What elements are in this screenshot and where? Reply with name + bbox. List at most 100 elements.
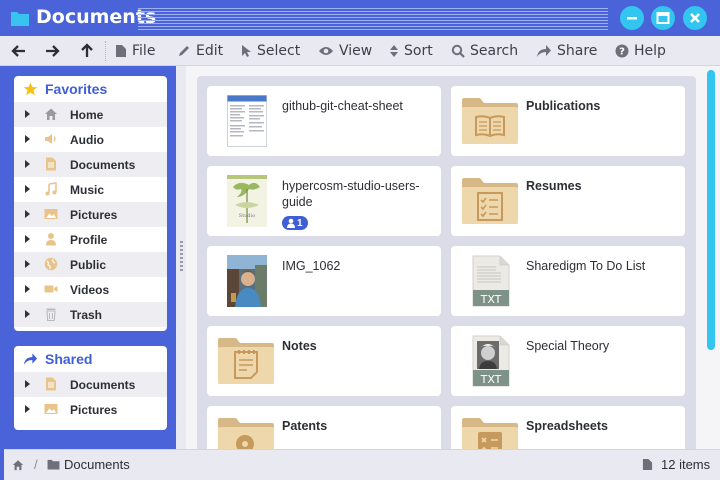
favorites-panel: Favorites Home Audio Documents Music Pic… bbox=[14, 76, 167, 331]
expand-caret-icon[interactable] bbox=[25, 160, 30, 168]
expand-caret-icon[interactable] bbox=[25, 310, 30, 318]
close-icon bbox=[690, 13, 700, 23]
search-menu[interactable]: Search bbox=[451, 36, 518, 66]
file-grid: github-git-cheat-sheet Publications Stud… bbox=[197, 76, 696, 449]
file-item[interactable]: IMG_1062 bbox=[207, 246, 441, 316]
view-menu[interactable]: View bbox=[318, 36, 372, 66]
splitter-grip[interactable] bbox=[180, 241, 183, 271]
home-icon[interactable] bbox=[12, 459, 24, 471]
sidebar-item-profile[interactable]: Profile bbox=[14, 227, 167, 252]
up-button[interactable] bbox=[79, 36, 100, 66]
file-item[interactable]: TXT Sharedigm To Do List bbox=[451, 246, 685, 316]
expand-caret-icon[interactable] bbox=[25, 235, 30, 243]
arrow-right-icon bbox=[46, 45, 60, 57]
sidebar-item-label: Videos bbox=[70, 283, 110, 297]
folder-name: Publications bbox=[526, 99, 601, 113]
folder-item[interactable]: Spreadsheets bbox=[451, 406, 685, 449]
file-name: IMG_1062 bbox=[282, 259, 341, 273]
sidebar-splitter[interactable] bbox=[176, 66, 186, 449]
status-bar: / Documents 12 items bbox=[4, 449, 720, 480]
sidebar-item-label: Music bbox=[70, 183, 105, 197]
sort-icon bbox=[390, 45, 398, 57]
close-button[interactable] bbox=[683, 6, 707, 30]
document-icon bbox=[642, 459, 653, 470]
folder-icon bbox=[47, 459, 60, 470]
sidebar-item-label: Trash bbox=[70, 308, 103, 322]
file-item[interactable]: Studio hypercosm-studio-users-guide 1 bbox=[207, 166, 441, 236]
title-bar[interactable]: Documents bbox=[0, 0, 720, 36]
file-browser-content: github-git-cheat-sheet Publications Stud… bbox=[186, 66, 720, 449]
star-icon bbox=[23, 82, 38, 96]
badge-count: 1 bbox=[297, 217, 303, 229]
sidebar-item-shared-documents[interactable]: Documents bbox=[14, 372, 167, 397]
arrow-left-icon bbox=[11, 45, 25, 57]
forward-button[interactable] bbox=[44, 36, 65, 66]
sidebar-item-shared-pictures[interactable]: Pictures bbox=[14, 397, 167, 422]
shared-header[interactable]: Shared bbox=[14, 346, 167, 372]
calculator-icon bbox=[462, 418, 518, 449]
sidebar-item-audio[interactable]: Audio bbox=[14, 127, 167, 152]
folder-name: Notes bbox=[282, 339, 317, 353]
scrollbar-thumb[interactable] bbox=[707, 70, 715, 350]
minimize-button[interactable] bbox=[620, 6, 644, 30]
select-menu[interactable]: Select bbox=[240, 36, 300, 66]
shared-users-badge[interactable]: 1 bbox=[282, 216, 308, 230]
cursor-icon bbox=[242, 45, 251, 57]
maximize-button[interactable] bbox=[651, 6, 675, 30]
folder-name: Patents bbox=[282, 419, 328, 433]
lightbulb-icon bbox=[218, 418, 274, 449]
expand-caret-icon[interactable] bbox=[25, 210, 30, 218]
sidebar-item-trash[interactable]: Trash bbox=[14, 302, 167, 327]
sort-menu[interactable]: Sort bbox=[389, 36, 433, 66]
folder-item[interactable]: Resumes bbox=[451, 166, 685, 236]
sidebar-item-documents[interactable]: Documents bbox=[14, 152, 167, 177]
title-drag-grip[interactable] bbox=[138, 8, 608, 30]
back-button[interactable] bbox=[11, 36, 32, 66]
sidebar-item-pictures[interactable]: Pictures bbox=[14, 202, 167, 227]
expand-caret-icon[interactable] bbox=[25, 380, 30, 388]
expand-caret-icon[interactable] bbox=[25, 405, 30, 413]
favorites-header[interactable]: Favorites bbox=[14, 76, 167, 102]
sidebar-item-music[interactable]: Music bbox=[14, 177, 167, 202]
sidebar-item-label: Pictures bbox=[70, 208, 118, 222]
file-item[interactable]: TXT Special Theory bbox=[451, 326, 685, 396]
sidebar-item-videos[interactable]: Videos bbox=[14, 277, 167, 302]
help-menu[interactable]: ? Help bbox=[615, 36, 666, 66]
folder-name: Resumes bbox=[526, 179, 582, 193]
sidebar-item-label: Profile bbox=[70, 233, 108, 247]
expand-caret-icon[interactable] bbox=[25, 185, 30, 193]
expand-caret-icon[interactable] bbox=[25, 110, 30, 118]
document-icon bbox=[46, 157, 56, 171]
toolbar: File Edit Select View Sort Search Share … bbox=[0, 36, 720, 66]
breadcrumb-current[interactable]: Documents bbox=[64, 457, 130, 472]
file-name: github-git-cheat-sheet bbox=[282, 99, 403, 113]
folder-item[interactable]: Publications bbox=[451, 86, 685, 156]
expand-caret-icon[interactable] bbox=[25, 135, 30, 143]
minimize-icon bbox=[627, 17, 637, 20]
sidebar-item-label: Documents bbox=[70, 378, 136, 392]
edit-menu-label: Edit bbox=[196, 43, 224, 59]
expand-caret-icon[interactable] bbox=[25, 260, 30, 268]
notepad-icon bbox=[218, 338, 274, 384]
file-menu[interactable]: File bbox=[115, 36, 155, 66]
txt-file-preview-icon: TXT bbox=[472, 335, 510, 387]
expand-caret-icon[interactable] bbox=[25, 285, 30, 293]
sidebar-item-public[interactable]: Public bbox=[14, 252, 167, 277]
search-icon bbox=[451, 44, 465, 58]
folder-item[interactable]: Patents bbox=[207, 406, 441, 449]
sidebar-item-label: Audio bbox=[70, 133, 104, 147]
folder-item[interactable]: Notes bbox=[207, 326, 441, 396]
edit-menu[interactable]: Edit bbox=[177, 36, 223, 66]
eye-icon bbox=[319, 47, 333, 55]
photo-thumbnail-icon bbox=[227, 255, 267, 307]
share-icon bbox=[537, 45, 551, 57]
sidebar-item-home[interactable]: Home bbox=[14, 102, 167, 127]
file-item[interactable]: github-git-cheat-sheet bbox=[207, 86, 441, 156]
share-menu[interactable]: Share bbox=[536, 36, 597, 66]
book-icon bbox=[462, 98, 518, 144]
picture-icon bbox=[44, 404, 58, 414]
file-extension-label: TXT bbox=[480, 373, 502, 386]
speaker-icon bbox=[45, 134, 56, 144]
txt-file-icon: TXT bbox=[472, 255, 510, 307]
svg-text:?: ? bbox=[619, 47, 625, 58]
